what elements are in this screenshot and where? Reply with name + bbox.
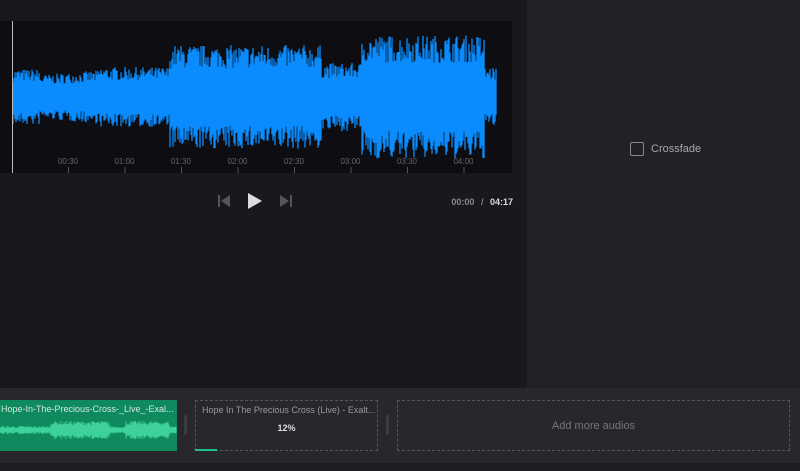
time-tick: [350, 167, 352, 173]
play-icon: [248, 193, 262, 209]
next-button[interactable]: [279, 192, 293, 215]
drag-handle[interactable]: [184, 415, 187, 435]
time-tick-label: 02:30: [284, 157, 305, 166]
time-tick-label: 00:30: [58, 157, 79, 166]
time-tick: [237, 167, 239, 173]
play-button[interactable]: [247, 192, 263, 215]
waveform-path: [12, 35, 497, 159]
time-tick: [294, 167, 295, 173]
upload-progress-label: 12%: [277, 423, 296, 433]
skip-forward-icon: [280, 195, 292, 207]
time-tick-label: 01:30: [171, 157, 192, 166]
crossfade-option[interactable]: Crossfade: [630, 142, 701, 156]
editor-panel: 00:30 01:00 01:30 02:00 02:30 03:00 03:30 04:00…: [0, 0, 527, 388]
time-tick: [407, 167, 408, 173]
time-tick-label: 04:00: [453, 157, 474, 166]
track-name: Hope-In-The-Precious-Cross-_Live_-Exal..…: [1, 404, 174, 414]
track-waveform: [0, 421, 177, 439]
upload-progress-bar: [195, 449, 217, 451]
time-tick: [68, 167, 69, 173]
playhead[interactable]: [12, 21, 13, 173]
track-timeline: Hope-In-The-Precious-Cross-_Live_-Exal..…: [0, 388, 800, 463]
current-time: 00:00: [451, 197, 475, 207]
footer-strip: [0, 463, 800, 471]
time-tick: [181, 167, 182, 173]
time-tick-label: 03:30: [397, 157, 418, 166]
track-name: Hope In The Precious Cross (Live) - Exal…: [202, 405, 376, 415]
time-separator: /: [480, 197, 484, 207]
crossfade-checkbox[interactable]: [630, 142, 644, 156]
skip-back-icon: [218, 195, 230, 207]
time-tick: [463, 167, 465, 173]
time-tick: [124, 167, 126, 173]
options-panel: [527, 0, 800, 388]
track-clip[interactable]: Hope-In-The-Precious-Cross-_Live_-Exal..…: [0, 400, 177, 451]
crossfade-label: Crossfade: [651, 143, 702, 155]
add-audio-button[interactable]: Add more audios: [397, 400, 790, 451]
time-tick-label: 01:00: [114, 157, 135, 166]
waveform[interactable]: 00:30 01:00 01:30 02:00 02:30 03:00 03:30 04:00: [0, 21, 512, 173]
drag-handle[interactable]: [386, 415, 389, 435]
add-audio-label: Add more audios: [551, 419, 636, 432]
track-clip-uploading[interactable]: Hope In The Precious Cross (Live) - Exal…: [195, 400, 378, 451]
mini-waveform-path: [0, 421, 177, 439]
time-tick-label: 03:00: [340, 157, 361, 166]
previous-button[interactable]: [217, 192, 231, 215]
time-display: 00:00 / 04:17: [451, 197, 513, 207]
time-tick-label: 02:00: [227, 157, 248, 166]
total-time: 04:17: [489, 197, 513, 207]
waveform-graphic: 00:30 01:00 01:30 02:00 02:30 03:00 03:30 04:00: [12, 21, 497, 173]
